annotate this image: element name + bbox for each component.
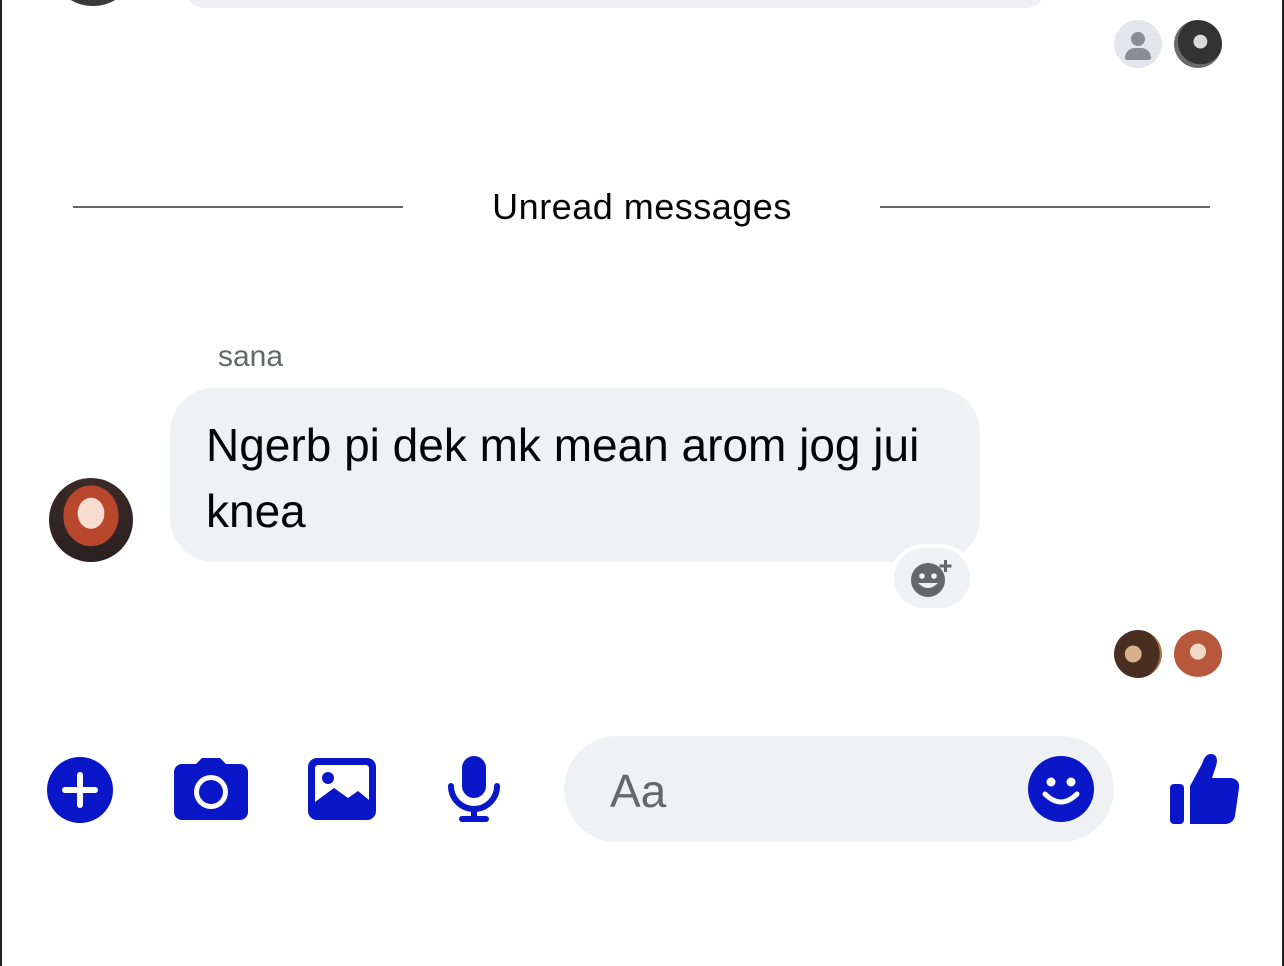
camera-button[interactable]: [174, 758, 248, 825]
plus-circle-icon: [47, 757, 113, 823]
message-input-placeholder: Aa: [610, 765, 667, 817]
emoji-button[interactable]: [1028, 756, 1094, 822]
previous-message-avatar: [60, 0, 126, 6]
read-receipts-bottom: [1114, 630, 1222, 678]
read-receipt-avatar: [1174, 630, 1222, 678]
message-bubble[interactable]: Ngerb pi dek mk mean arom jog jui knea: [170, 388, 980, 562]
window-left-border: [0, 0, 2, 966]
sender-name: sana: [218, 340, 284, 373]
smiley-icon: [1028, 756, 1094, 822]
add-reaction-button[interactable]: [890, 544, 974, 612]
add-reaction-icon: [911, 560, 952, 597]
thumbs-up-icon: [1170, 754, 1240, 824]
like-button[interactable]: [1170, 752, 1240, 829]
microphone-icon: [448, 756, 500, 822]
gallery-button[interactable]: [308, 758, 376, 825]
message-input[interactable]: Aa: [564, 736, 1114, 842]
read-receipts-top: [1114, 20, 1222, 68]
unread-messages-label: Unread messages: [492, 186, 792, 227]
read-receipt-avatar-placeholder: [1114, 20, 1162, 68]
read-receipt-avatar: [1174, 20, 1222, 68]
camera-icon: [174, 758, 248, 820]
previous-message-bubble[interactable]: [185, 0, 1045, 8]
sender-avatar[interactable]: [49, 478, 133, 562]
add-button[interactable]: [46, 756, 114, 829]
read-receipt-avatar: [1114, 630, 1162, 678]
voice-button[interactable]: [446, 756, 502, 829]
image-icon: [308, 758, 376, 820]
